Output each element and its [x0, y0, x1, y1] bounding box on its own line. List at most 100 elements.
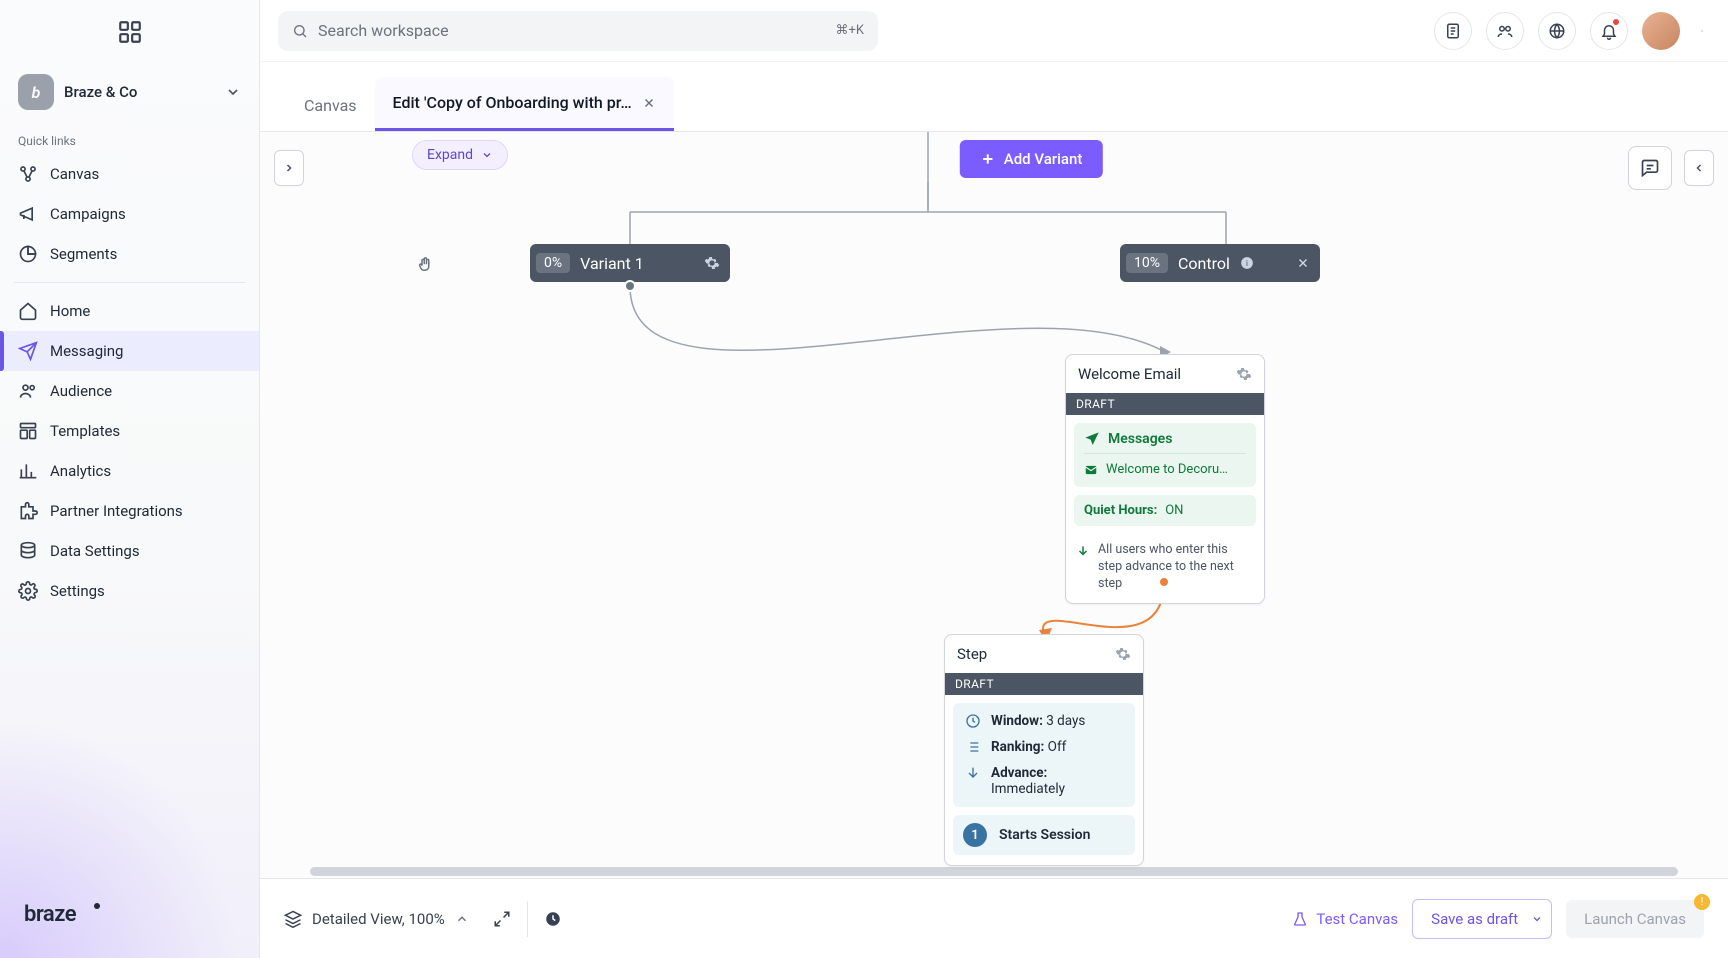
info-icon[interactable]: i [1240, 256, 1254, 270]
variant-1-bar[interactable]: 0% Variant 1 [530, 244, 730, 282]
user-avatar[interactable] [1642, 12, 1680, 50]
sidebar-item-messaging[interactable]: Messaging [0, 331, 259, 371]
sidebar-item-audience[interactable]: Audience [0, 371, 259, 411]
sidebar-item-templates[interactable]: Templates [0, 411, 259, 451]
ranking-label: Ranking: [991, 739, 1044, 755]
action-number: 1 [963, 823, 987, 847]
account-menu-caret[interactable] [1694, 23, 1710, 39]
language-button[interactable] [1538, 12, 1576, 50]
expand-right-panel[interactable] [1684, 150, 1714, 186]
chevron-up-icon[interactable] [455, 912, 469, 926]
arrow-down-icon [965, 765, 981, 781]
layers-icon[interactable] [284, 910, 302, 928]
people-icon [1496, 22, 1514, 40]
topbar-actions [1434, 12, 1710, 50]
control-bar[interactable]: 10% Control i [1120, 244, 1320, 282]
notes-button[interactable] [1434, 12, 1472, 50]
workspace-switcher[interactable]: b Braze & Co [0, 64, 259, 120]
top-bar: Search workspace ⌘+K [260, 0, 1728, 62]
sidebar-label: Campaigns [50, 205, 126, 223]
divider [14, 282, 245, 283]
megaphone-icon [18, 204, 38, 224]
sidebar-label: Templates [50, 422, 120, 440]
gear-icon[interactable] [704, 255, 720, 271]
draft-badge: DRAFT [1066, 393, 1264, 415]
window-label: Window: [991, 713, 1043, 729]
sidebar-label: Audience [50, 382, 112, 400]
community-button[interactable] [1486, 12, 1524, 50]
puzzle-icon [18, 501, 38, 521]
advance-note: All users who enter this step advance to… [1066, 534, 1264, 603]
divider [527, 901, 528, 937]
close-icon[interactable] [642, 96, 656, 110]
template-icon [18, 421, 38, 441]
connector-node[interactable] [1158, 576, 1170, 588]
control-percent: 10% [1126, 253, 1168, 273]
expand-left-panel[interactable] [274, 150, 304, 186]
test-canvas-link[interactable]: Test Canvas [1292, 910, 1398, 928]
sidebar: b Braze & Co Quick links Canvas Campaign… [0, 0, 260, 958]
sidebar-label: Canvas [50, 165, 99, 183]
sidebar-item-canvas[interactable]: Canvas [0, 154, 259, 194]
svg-text:braze: braze [24, 902, 77, 927]
tab-edit-canvas[interactable]: Edit 'Copy of Onboarding with pr… [375, 77, 674, 131]
tab-label: Edit 'Copy of Onboarding with pr… [393, 93, 632, 112]
sidebar-item-data-settings[interactable]: Data Settings [0, 531, 259, 571]
connector-node[interactable] [624, 280, 636, 292]
sidebar-item-home[interactable]: Home [0, 291, 259, 331]
card-title: Step [957, 645, 987, 663]
expand-icon[interactable] [493, 910, 511, 928]
tabs-row: Canvas Edit 'Copy of Onboarding with pr… [260, 62, 1728, 132]
grid-icon[interactable] [117, 19, 143, 45]
chevron-down-icon [481, 149, 493, 161]
tab-canvas[interactable]: Canvas [286, 80, 375, 131]
globe-icon [1548, 22, 1566, 40]
mail-icon [1084, 463, 1098, 477]
sidebar-item-campaigns[interactable]: Campaigns [0, 194, 259, 234]
home-icon [18, 301, 38, 321]
save-draft-button[interactable]: Save as draft [1412, 899, 1537, 939]
step-card-action-path[interactable]: Step DRAFT Window: 3 days Ranking: Off A… [944, 634, 1144, 866]
sidebar-item-settings[interactable]: Settings [0, 571, 259, 611]
close-icon[interactable] [1296, 256, 1310, 270]
canvas-footer: Detailed View, 100% Test Canvas Save as … [260, 878, 1728, 958]
document-icon [1444, 22, 1462, 40]
footer-actions: Test Canvas Save as draft Launch Canvas … [1292, 899, 1704, 939]
card-title: Welcome Email [1078, 365, 1181, 383]
list-icon [965, 739, 981, 755]
messages-block[interactable]: Messages Welcome to Decoru… [1074, 423, 1256, 487]
test-label: Test Canvas [1316, 910, 1398, 928]
action-path-row[interactable]: 1 Starts Session [953, 815, 1135, 855]
expand-button[interactable]: Expand [412, 140, 508, 170]
save-draft-dropdown[interactable] [1523, 899, 1552, 939]
notifications-button[interactable] [1590, 12, 1628, 50]
advance-label: Advance: [991, 765, 1047, 781]
add-variant-label: Add Variant [1004, 150, 1083, 168]
sidebar-label: Segments [50, 245, 117, 263]
view-label: Detailed View, 100% [312, 910, 445, 928]
sidebar-item-analytics[interactable]: Analytics [0, 451, 259, 491]
clock-solid-icon[interactable] [544, 910, 562, 928]
sidebar-item-segments[interactable]: Segments [0, 234, 259, 274]
gear-icon[interactable] [1115, 646, 1131, 662]
variant-1-label: Variant 1 [580, 254, 644, 273]
message-name: Welcome to Decoru… [1106, 462, 1228, 477]
feedback-button[interactable] [1628, 146, 1672, 190]
chevron-right-icon [283, 162, 295, 174]
add-variant-button[interactable]: Add Variant [960, 140, 1103, 178]
search-input[interactable]: Search workspace ⌘+K [278, 11, 878, 51]
action-label: Starts Session [999, 827, 1090, 843]
horizontal-scrollbar[interactable] [310, 867, 1678, 876]
sidebar-item-partner[interactable]: Partner Integrations [0, 491, 259, 531]
search-icon [292, 23, 308, 39]
warning-badge: ! [1694, 894, 1710, 910]
sidebar-label: Data Settings [50, 542, 140, 560]
gear-icon[interactable] [1236, 366, 1252, 382]
expand-label: Expand [427, 147, 473, 163]
step-details: Window: 3 days Ranking: Off Advance:Imme… [953, 703, 1135, 807]
sidebar-label: Home [50, 302, 90, 320]
chat-icon [1640, 158, 1660, 178]
canvas-workspace[interactable]: Expand Add Variant 0% Variant 1 1 [260, 132, 1728, 878]
step-card-welcome-email[interactable]: Welcome Email DRAFT Messages Welcome to … [1065, 354, 1265, 604]
messages-label: Messages [1108, 431, 1172, 447]
